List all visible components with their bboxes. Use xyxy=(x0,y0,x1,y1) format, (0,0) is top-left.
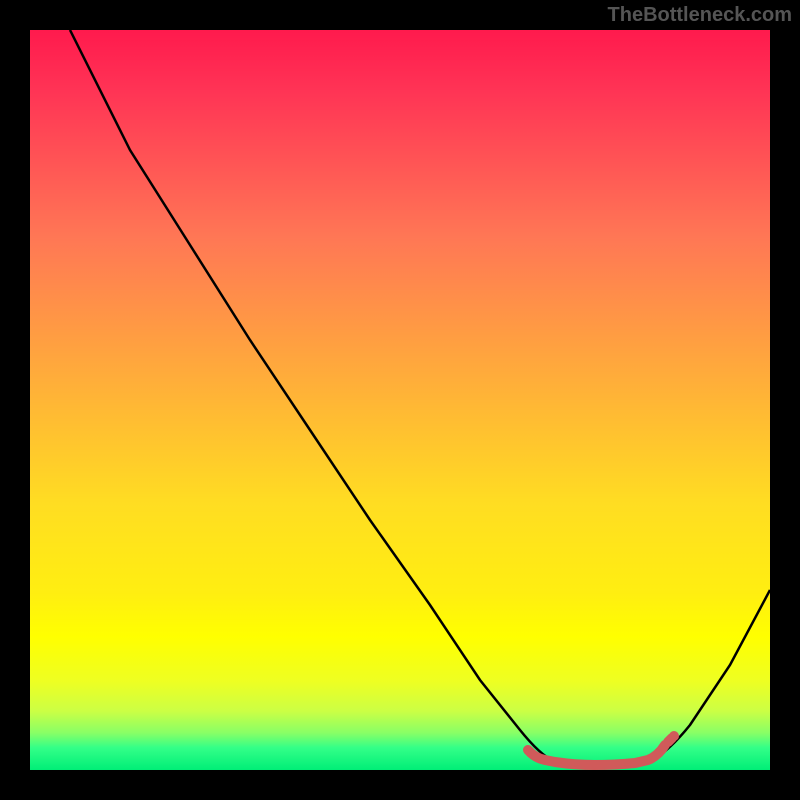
bottleneck-curve-line xyxy=(70,30,770,768)
optimal-point-dot xyxy=(669,731,679,741)
optimal-range-marker xyxy=(528,738,672,765)
plot-area xyxy=(30,30,770,770)
watermark-text: TheBottleneck.com xyxy=(608,4,792,27)
chart-container: TheBottleneck.com xyxy=(0,0,800,800)
chart-svg xyxy=(30,30,770,770)
